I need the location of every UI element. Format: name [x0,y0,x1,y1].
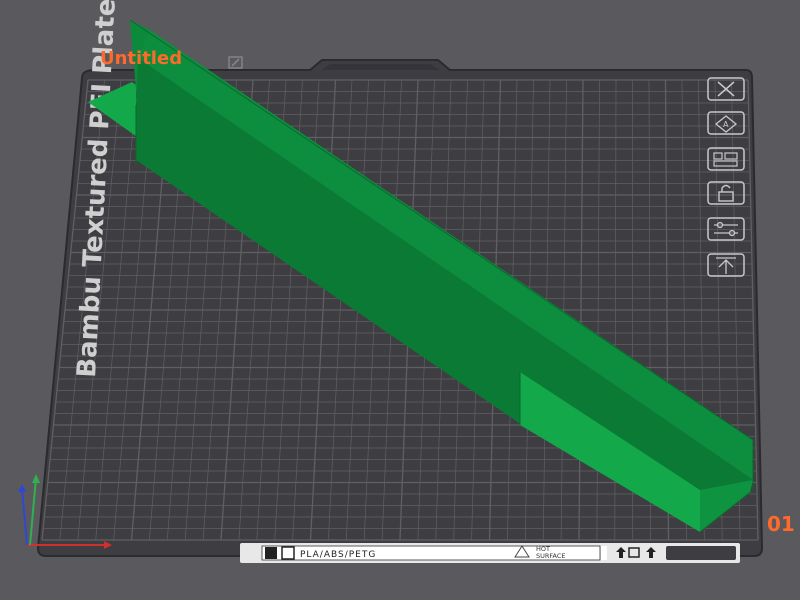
move-up-button[interactable] [705,252,757,278]
lock-icon [707,181,745,205]
bambu-logo-icon [265,547,277,559]
plate-settings-button[interactable] [705,216,757,242]
orient-button[interactable] [705,146,757,172]
edit-icon[interactable] [228,55,244,69]
layout-icon [281,546,295,560]
svg-text:A: A [723,120,729,129]
bed-label-strip: PLA/ABS/PETG HOT SURFACE [240,543,740,563]
auto-arrange-button[interactable]: A [705,110,757,136]
plate-name[interactable]: Untitled [100,48,182,69]
delete-plate-button[interactable] [705,76,757,102]
sliders-icon [707,217,745,241]
lock-plate-button[interactable] [705,180,757,206]
arrange-icon: A [707,111,745,135]
warning-text-line2: SURFACE [536,552,566,560]
plate-settings-icon [707,147,745,171]
plate-number: 01 [767,512,795,536]
3d-viewport[interactable]: Bambu Textured PEI Plate PLA/ABS/PETG HO… [0,0,800,600]
material-label: PLA/ABS/PETG [300,550,376,560]
arrow-up-icon [707,253,745,277]
close-icon [707,77,745,101]
